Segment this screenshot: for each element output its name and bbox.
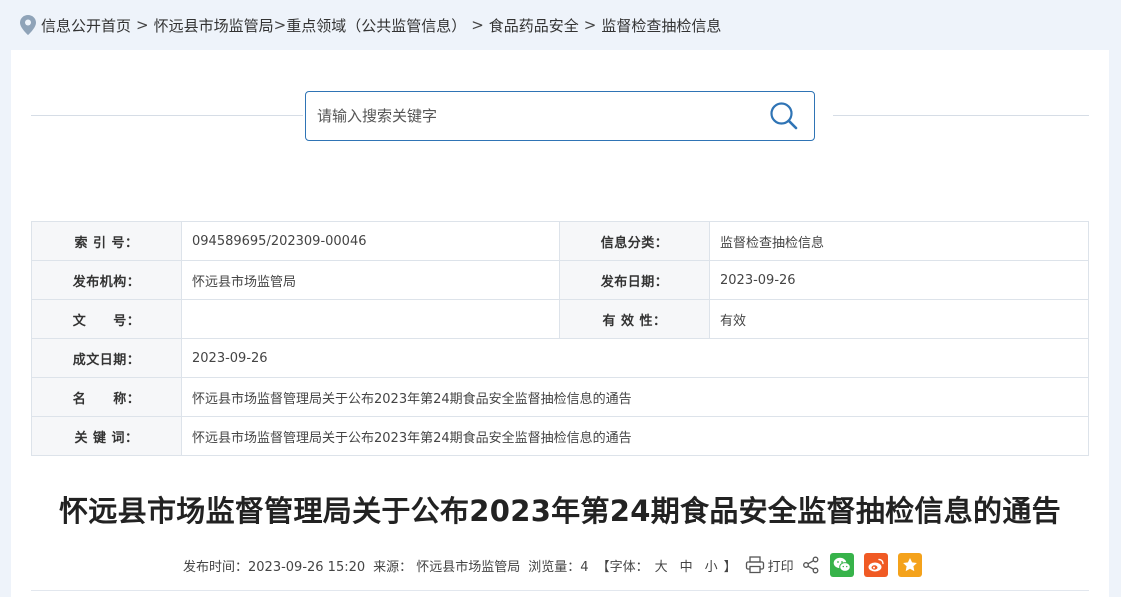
breadcrumb-separator: > [136, 16, 149, 34]
keywords-value: 怀远县市场监督管理局关于公布2023年第24期食品安全监督抽检信息的通告 [181, 416, 1089, 456]
print-button[interactable]: 打印 [745, 556, 794, 575]
info-table: 索 引 号： 094589695/202309-00046 信息分类： 监督检查… [31, 221, 1089, 456]
search-box [305, 91, 815, 141]
wechat-share-button[interactable] [829, 553, 854, 577]
search-input[interactable] [306, 92, 754, 140]
table-row: 文 号： 有 效 性： 有效 [31, 299, 1089, 339]
share-icon [802, 556, 819, 574]
table-row: 索 引 号： 094589695/202309-00046 信息分类： 监督检查… [31, 221, 1089, 261]
created-label: 成文日期： [31, 338, 182, 378]
wechat-icon [833, 557, 851, 572]
favorite-button[interactable] [897, 553, 922, 577]
publisher-value: 怀远县市场监管局 [181, 260, 560, 300]
printer-icon [745, 556, 764, 574]
breadcrumb-separator: > [471, 16, 484, 34]
category-value: 监督检查抽检信息 [709, 221, 1089, 261]
print-label: 打印 [767, 559, 794, 575]
category-label: 信息分类： [559, 221, 710, 261]
validity-label: 有 效 性： [559, 299, 710, 339]
divider [31, 115, 303, 116]
publish-time: 发布时间：2023-09-26 15:20 [183, 559, 366, 575]
font-size-small-button[interactable]: 小 [705, 556, 718, 575]
search-icon [770, 102, 798, 130]
divider [31, 590, 1089, 591]
weibo-share-button[interactable] [863, 553, 888, 577]
name-value: 怀远县市场监督管理局关于公布2023年第24期食品安全监督抽检信息的通告 [181, 377, 1089, 417]
breadcrumb-separator: > [583, 16, 597, 34]
article-title: 怀远县市场监督管理局关于公布2023年第24期食品安全监督抽检信息的通告 [59, 494, 1061, 528]
breadcrumb-separator: > [273, 16, 287, 34]
breadcrumb-key-areas[interactable]: 重点领域（公共监管信息） [286, 15, 466, 36]
share-button[interactable] [802, 556, 820, 574]
docno-value [181, 299, 560, 339]
font-size-close: 】 [723, 559, 737, 575]
index-label: 索 引 号： [31, 221, 182, 261]
validity-value: 有效 [709, 299, 1089, 339]
article-meta: 发布时间：2023-09-26 15:20 来源： 怀远县市场监管局 浏览量：4… [183, 551, 922, 579]
content-panel: 索 引 号： 094589695/202309-00046 信息分类： 监督检查… [11, 50, 1109, 597]
index-value: 094589695/202309-00046 [181, 221, 560, 261]
breadcrumb-inspection[interactable]: 监督检查抽检信息 [601, 15, 721, 36]
breadcrumb-food-drug[interactable]: 食品药品安全 [489, 15, 579, 36]
breadcrumb: 信息公开首页 > 怀远县市场监管局 > 重点领域（公共监管信息） > 食品药品安… [0, 0, 1121, 50]
font-size-large-button[interactable]: 大 [655, 556, 668, 575]
publisher-label: 发布机构： [31, 260, 182, 300]
table-row: 关 键 词： 怀远县市场监督管理局关于公布2023年第24期食品安全监督抽检信息… [31, 416, 1089, 456]
location-pin-icon [20, 15, 36, 35]
divider [833, 115, 1089, 116]
table-row: 发布机构： 怀远县市场监管局 发布日期： 2023-09-26 [31, 260, 1089, 300]
name-label: 名 称： [31, 377, 182, 417]
table-row: 成文日期： 2023-09-26 [31, 338, 1089, 378]
star-icon [902, 558, 917, 572]
pubdate-label: 发布日期： [559, 260, 710, 300]
font-size-open: 【字体： [596, 559, 649, 575]
created-value: 2023-09-26 [181, 338, 1089, 378]
breadcrumb-bureau[interactable]: 怀远县市场监管局 [154, 15, 274, 36]
docno-label: 文 号： [31, 299, 182, 339]
table-row: 名 称： 怀远县市场监督管理局关于公布2023年第24期食品安全监督抽检信息的通… [31, 377, 1089, 417]
search-button[interactable] [754, 92, 814, 140]
font-size-medium-button[interactable]: 中 [680, 556, 693, 575]
breadcrumb-home[interactable]: 信息公开首页 [41, 15, 131, 36]
keywords-label: 关 键 词： [31, 416, 182, 456]
weibo-icon [868, 558, 884, 572]
view-count: 浏览量：4 [528, 559, 589, 575]
pubdate-value: 2023-09-26 [709, 260, 1089, 300]
source: 来源： 怀远县市场监管局 [373, 559, 521, 575]
